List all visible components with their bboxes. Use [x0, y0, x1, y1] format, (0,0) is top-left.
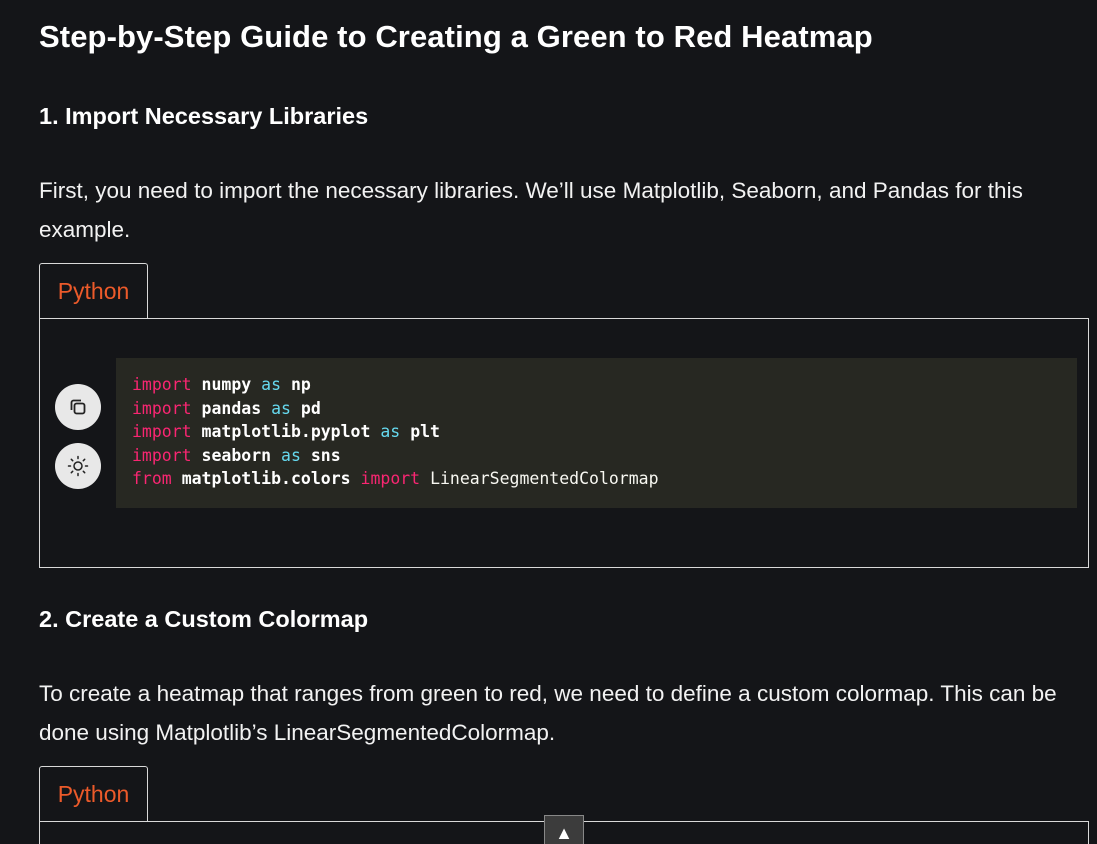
code-line: from matplotlib.colors import LinearSegm…	[132, 467, 1061, 491]
code-token: as	[261, 375, 282, 394]
copy-icon	[70, 399, 86, 415]
code-token: plt	[410, 422, 440, 442]
theme-toggle-button[interactable]	[55, 443, 101, 489]
code-line: import pandas as pd	[132, 397, 1061, 421]
chevron-up-icon: ▲	[555, 823, 573, 843]
code-token: import	[360, 469, 421, 489]
code-panel: import numpy as np import pandas as pd imp…	[39, 318, 1089, 568]
section-paragraph-colormap: To create a heatmap that ranges from gre…	[39, 681, 1057, 745]
code-token: import	[132, 422, 192, 442]
code-line: import matplotlib.pyplot as plt	[132, 420, 1061, 444]
copy-button[interactable]	[55, 384, 101, 430]
code-tab-python-2[interactable]: Python	[39, 766, 148, 821]
code-text: import numpy as np import pandas as pd imp…	[132, 373, 1061, 491]
code-token: seaborn	[201, 445, 272, 465]
code-token: LinearSegmentedColormap	[430, 469, 659, 489]
code-token: pd	[300, 398, 321, 418]
sun-icon	[67, 455, 89, 477]
code-tab-python[interactable]: Python	[39, 263, 148, 318]
scroll-to-top-button[interactable]: ▲	[544, 815, 584, 844]
code-token: pandas	[201, 398, 262, 418]
code-block[interactable]: import numpy as np import pandas as pd imp…	[116, 358, 1077, 508]
code-token: numpy	[201, 375, 252, 394]
code-token: matplotlib.pyplot	[201, 422, 371, 442]
code-token: matplotlib.colors	[181, 469, 351, 489]
code-token: import	[132, 398, 192, 418]
code-token: import	[132, 445, 192, 465]
code-token: import	[132, 375, 192, 394]
code-token: np	[290, 375, 311, 394]
code-token: as	[380, 422, 401, 442]
page-title: Step-by-Step Guide to Creating a Green t…	[39, 19, 873, 54]
code-token: from	[132, 469, 172, 489]
code-line: import seaborn as sns	[132, 444, 1061, 468]
code-token: as	[281, 445, 301, 465]
code-token: sns	[310, 445, 341, 465]
section-heading-import: 1. Import Necessary Libraries	[39, 103, 369, 129]
section-paragraph-import: First, you need to import the necessary …	[39, 178, 1023, 242]
code-token: as	[271, 398, 291, 418]
code-line: import numpy as np	[132, 373, 1061, 397]
section-heading-colormap: 2. Create a Custom Colormap	[39, 606, 369, 632]
